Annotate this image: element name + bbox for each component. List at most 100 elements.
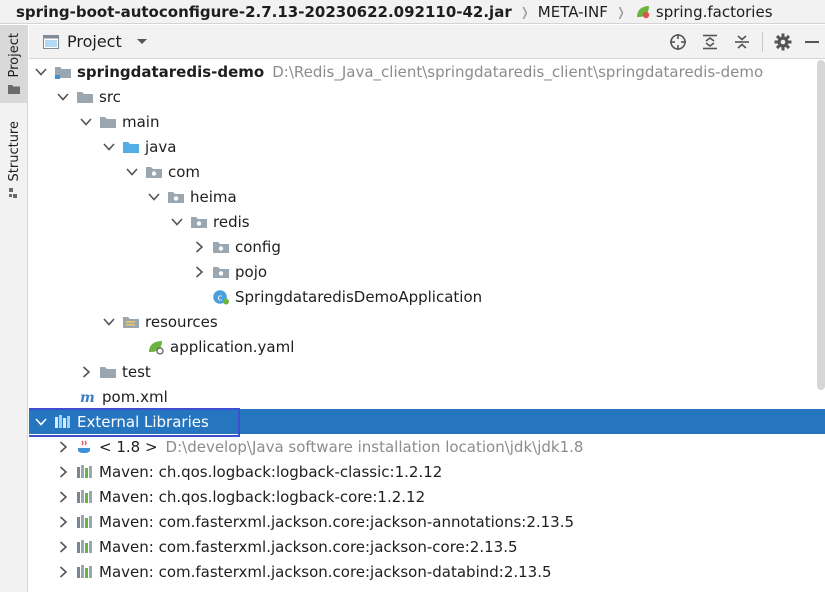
expand-all-icon [703,34,717,50]
tree-node-label: Maven: ch.qos.logback:logback-classic:1.… [99,462,443,481]
minimize-icon [805,41,819,43]
tool-tab-structure[interactable]: Structure [0,121,28,205]
tool-tab-structure-label: Structure [6,121,22,182]
tree-node-label: Maven: com.fasterxml.jackson.core:jackso… [99,562,552,581]
tree-node-external-libraries[interactable]: External Libraries [29,408,825,437]
structure-icon [9,188,17,199]
tree-node-redis[interactable]: redis [29,209,825,234]
tree-node-project-root[interactable]: springdataredis-demo D:\Redis_Java_clien… [29,59,825,84]
project-folder-icon [8,85,20,95]
tree-node-label: config [235,237,281,256]
toolbar-divider [762,32,763,52]
chevron-right-icon[interactable] [79,365,93,379]
jdk-icon [78,440,90,453]
tree-node-label: java [145,137,177,156]
tool-tab-project[interactable]: Project [0,25,28,103]
project-view-selector[interactable]: Project [43,32,148,51]
tree-node-label: External Libraries [77,412,209,431]
gear-icon [774,33,792,51]
maven-library-icon [77,539,92,553]
module-folder-icon [55,66,71,79]
select-opened-file-button[interactable] [662,25,694,59]
breadcrumb-separator-icon: ❭ [519,4,530,19]
folder-icon [100,116,116,128]
breadcrumb-file-label: spring.factories [655,2,773,21]
tree-node-library[interactable]: Maven: ch.qos.logback:logback-core:1.2.1… [29,484,825,509]
tree-node-label: Maven: ch.qos.logback:logback-core:1.2.1… [99,487,426,506]
tree-node-label: springdataredis-demo [77,62,265,81]
tree-node-label: application.yaml [170,337,295,356]
chevron-right-icon[interactable] [56,515,70,529]
project-tree[interactable]: springdataredis-demo D:\Redis_Java_clien… [29,59,825,592]
svg-text:c: c [218,293,223,303]
tree-node-label: < 1.8 > [99,437,158,456]
tree-node-com[interactable]: com [29,159,825,184]
tree-node-library[interactable]: Maven: com.fasterxml.jackson.core:jackso… [29,509,825,534]
tree-node-src[interactable]: src [29,84,825,109]
breadcrumb-jar[interactable]: spring-boot-autoconfigure-2.7.13-2023062… [16,3,512,21]
tree-node-label: Maven: com.fasterxml.jackson.core:jackso… [99,512,575,531]
maven-library-icon [77,514,92,528]
tree-node-pojo[interactable]: pojo [29,259,825,284]
folder-icon [77,91,93,103]
chevron-down-icon[interactable] [125,165,139,179]
tree-node-test[interactable]: test [29,359,825,384]
project-panel-header: Project [29,25,825,59]
tree-node-label: main [122,112,160,131]
maven-library-icon [77,489,92,503]
chevron-down-icon[interactable] [79,115,93,129]
options-button[interactable] [767,25,799,59]
project-header-toolbar [662,25,825,59]
tree-node-label: SpringdataredisDemoApplication [235,287,483,306]
package-icon [146,166,162,178]
chevron-down-icon[interactable] [102,140,116,154]
tool-tab-project-label: Project [6,33,22,78]
tree-node-label: redis [213,212,250,231]
breadcrumb: spring-boot-autoconfigure-2.7.13-2023062… [0,0,825,24]
chevron-down-icon[interactable] [34,65,48,79]
chevron-down-icon[interactable] [102,315,116,329]
hide-panel-button[interactable] [799,25,825,59]
tree-node-library[interactable]: Maven: com.fasterxml.jackson.core:jackso… [29,559,825,584]
folder-icon [100,366,116,378]
vertical-scrollbar[interactable] [817,60,825,390]
chevron-right-icon[interactable] [56,465,70,479]
tree-node-heima[interactable]: heima [29,184,825,209]
chevron-right-icon[interactable] [192,240,206,254]
tree-node-pom[interactable]: m pom.xml [29,384,825,409]
chevron-right-icon[interactable] [192,265,206,279]
tree-node-library[interactable]: Maven: ch.qos.logback:logback-classic:1.… [29,459,825,484]
chevron-down-icon[interactable] [147,190,161,204]
tree-node-application-class[interactable]: c SpringdataredisDemoApplication [29,284,825,309]
collapse-all-button[interactable] [726,25,758,59]
breadcrumb-meta-inf[interactable]: META-INF [538,3,608,21]
expand-all-button[interactable] [694,25,726,59]
spring-leaf-icon [636,5,650,18]
maven-library-icon [77,564,92,578]
tool-window-strip: Project Structure [0,25,28,592]
tree-node-jdk[interactable]: < 1.8 > D:\develop\Java software install… [29,434,825,459]
chevron-down-icon[interactable] [170,215,184,229]
breadcrumb-spring-factories[interactable]: spring.factories [634,3,773,21]
crosshair-icon [670,34,686,50]
project-window-icon [43,34,59,49]
chevron-right-icon[interactable] [56,440,70,454]
tree-node-library[interactable]: Maven: com.fasterxml.jackson.core:jackso… [29,534,825,559]
chevron-right-icon[interactable] [56,490,70,504]
tree-node-label: heima [190,187,237,206]
tree-node-label: pojo [235,262,268,281]
tree-node-java[interactable]: java [29,134,825,159]
tree-node-application-yaml[interactable]: application.yaml [29,334,825,359]
chevron-down-icon[interactable] [34,415,48,429]
tree-node-label: resources [145,312,218,331]
chevron-right-icon[interactable] [56,540,70,554]
tree-node-config[interactable]: config [29,234,825,259]
maven-library-icon [77,464,92,478]
package-icon [191,216,207,228]
tree-node-resources[interactable]: resources [29,309,825,334]
tree-node-path: D:\develop\Java software installation lo… [165,437,584,456]
chevron-down-icon[interactable] [136,38,148,46]
chevron-right-icon[interactable] [56,565,70,579]
tree-node-main[interactable]: main [29,109,825,134]
chevron-down-icon[interactable] [56,90,70,104]
